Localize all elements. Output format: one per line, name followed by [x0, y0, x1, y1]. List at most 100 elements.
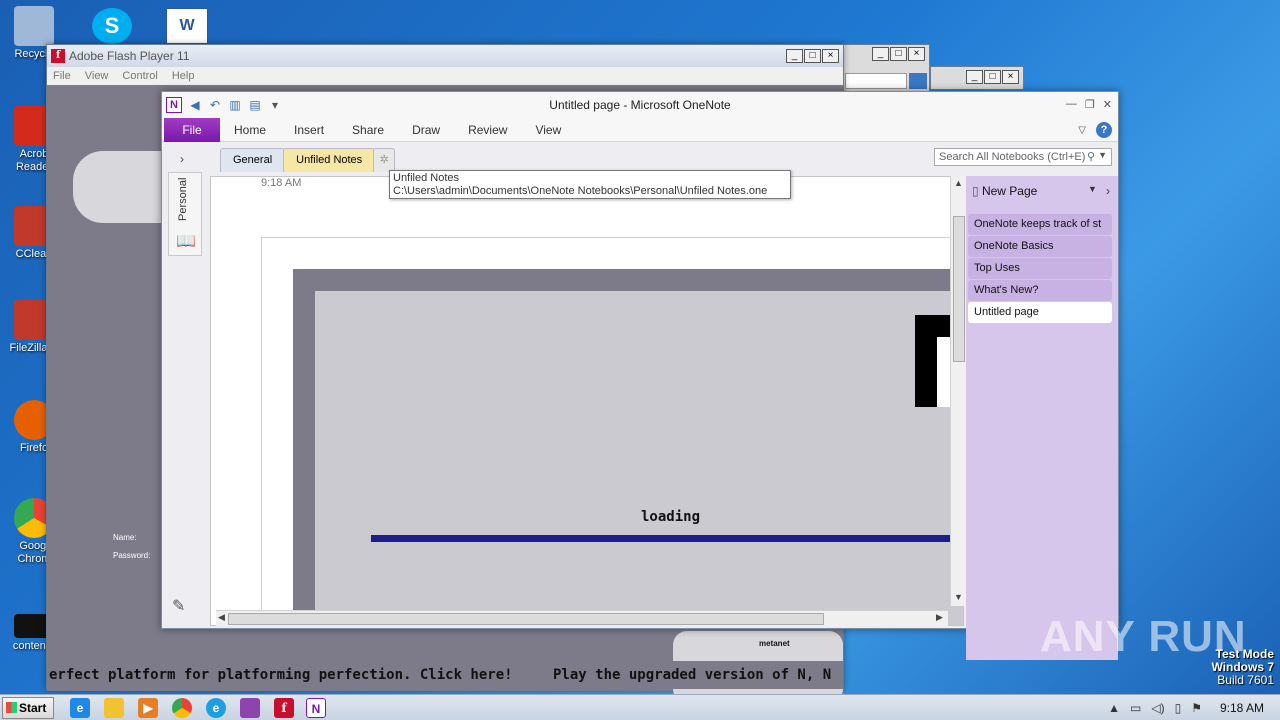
collapse-pages-icon[interactable]: ›: [1106, 184, 1110, 198]
undo-icon[interactable]: ↶: [208, 98, 222, 112]
page-timestamp: 9:18 AM: [261, 177, 302, 189]
onenote-taskbar-icon[interactable]: N: [306, 698, 326, 718]
tab-home[interactable]: Home: [220, 123, 280, 137]
page-canvas[interactable]: 9:18 AM loading: [210, 176, 964, 626]
system-tray: ▲ ▭ ◁) ▯ ⚑ 9:18 AM: [1108, 695, 1280, 720]
tab-share[interactable]: Share: [338, 123, 398, 137]
minimize-icon[interactable]: _: [872, 47, 889, 61]
search-notebooks-input[interactable]: Search All Notebooks (Ctrl+E) ⚲ ▼: [934, 148, 1112, 166]
flash-menubar: File View Control Help: [47, 67, 843, 85]
pages-pane: ▯ New Page ▼ › OneNote keeps track of st…: [966, 176, 1118, 660]
show-hidden-icons-icon[interactable]: ▲: [1108, 701, 1120, 715]
dock-icon[interactable]: ▥: [228, 98, 242, 112]
minimize-icon[interactable]: —: [1066, 98, 1077, 111]
unfiled-notes-icon[interactable]: ✎: [172, 596, 196, 618]
maximize-icon[interactable]: □: [890, 47, 907, 61]
background-window-2[interactable]: _ □ ×: [930, 66, 1024, 90]
back-icon[interactable]: ◀: [188, 98, 202, 112]
search-icon[interactable]: ⚲: [1087, 150, 1095, 163]
close-icon[interactable]: ×: [908, 47, 925, 61]
vertical-scrollbar[interactable]: ▲ ▼: [950, 176, 966, 606]
edge-icon[interactable]: e: [206, 698, 226, 718]
start-label: Start: [19, 701, 47, 715]
onenote-body: › Personal 📖 General Unfiled Notes ✲ Sea…: [162, 142, 1118, 660]
scroll-down-icon[interactable]: ▼: [954, 592, 963, 602]
maximize-icon[interactable]: □: [984, 70, 1001, 84]
tooltip-title: Unfiled Notes: [393, 172, 460, 184]
ribbon-right-icons: ▽ ?: [1078, 122, 1112, 138]
tab-view[interactable]: View: [521, 123, 575, 137]
power-icon[interactable]: ▯: [1175, 701, 1182, 715]
page-item[interactable]: OneNote keeps track of st: [968, 214, 1112, 235]
minimize-icon[interactable]: _: [966, 70, 983, 84]
section-tab-general[interactable]: General: [220, 148, 286, 172]
action-center-flag-icon[interactable]: ⚑: [1191, 701, 1202, 715]
scroll-left-icon[interactable]: ◀: [218, 612, 225, 623]
page-item[interactable]: What's New?: [968, 280, 1112, 301]
close-icon[interactable]: ✕: [1103, 98, 1112, 111]
volume-icon[interactable]: ◁): [1151, 701, 1164, 715]
horizontal-scroll-thumb[interactable]: [228, 613, 824, 625]
expand-notebooks-icon[interactable]: ›: [180, 152, 184, 166]
expand-ribbon-icon[interactable]: ▽: [1078, 125, 1086, 136]
chrome-taskbar-icon[interactable]: [172, 698, 192, 718]
embedded-flash-content[interactable]: [315, 291, 963, 625]
search-scope-dropdown-icon[interactable]: ▼: [1098, 150, 1107, 160]
start-button[interactable]: Start: [2, 697, 54, 719]
tab-review[interactable]: Review: [454, 123, 521, 137]
page-item[interactable]: OneNote Basics: [968, 236, 1112, 257]
flash-window-title: Adobe Flash Player 11: [69, 49, 190, 63]
word-icon[interactable]: W: [166, 8, 208, 44]
tab-draw[interactable]: Draw: [398, 123, 454, 137]
menu-help[interactable]: Help: [172, 70, 195, 82]
password-label: Password:: [113, 551, 151, 560]
menu-view[interactable]: View: [85, 70, 109, 82]
skype-icon[interactable]: S: [92, 8, 132, 44]
ticker-right-text[interactable]: Play the upgraded version of N, N: [553, 661, 831, 689]
minimize-icon[interactable]: _: [786, 49, 803, 63]
new-page-dropdown-icon[interactable]: ▼: [1088, 184, 1097, 194]
vertical-scroll-thumb[interactable]: [953, 216, 965, 362]
page-item-active[interactable]: Untitled page: [968, 302, 1112, 323]
flash-taskbar-icon[interactable]: f: [274, 698, 294, 718]
horizontal-scrollbar[interactable]: ◀ ▶: [216, 610, 948, 626]
winrar-icon[interactable]: [240, 698, 260, 718]
maximize-icon[interactable]: □: [804, 49, 821, 63]
background-window[interactable]: _ □ ×: [842, 44, 930, 92]
restore-icon[interactable]: ❐: [1085, 98, 1095, 111]
help-icon[interactable]: ?: [1096, 122, 1112, 138]
flash-logo-icon: f: [51, 49, 65, 63]
customize-qat-icon[interactable]: ▾: [268, 98, 282, 112]
tab-file[interactable]: File: [164, 117, 220, 142]
scroll-up-icon[interactable]: ▲: [954, 178, 963, 188]
flash-ticker[interactable]: erfect platform for platforming perfecti…: [47, 661, 843, 689]
close-icon[interactable]: ×: [1002, 70, 1019, 84]
tab-insert[interactable]: Insert: [280, 123, 338, 137]
onenote-titlebar[interactable]: N ◀ ↶ ▥ ▤ ▾ Untitled page - Microsoft On…: [162, 92, 1118, 118]
fullpage-icon[interactable]: ▤: [248, 98, 262, 112]
network-icon[interactable]: ▭: [1130, 701, 1141, 715]
windows-logo-icon: [6, 702, 17, 713]
clock[interactable]: 9:18 AM: [1212, 701, 1272, 715]
menu-control[interactable]: Control: [122, 70, 157, 82]
notebook-pane[interactable]: Personal 📖: [168, 172, 202, 256]
ticker-left-text[interactable]: erfect platform for platforming perfecti…: [49, 661, 513, 689]
search-field[interactable]: [845, 73, 907, 89]
flash-titlebar[interactable]: f Adobe Flash Player 11 _ □ ×: [47, 45, 843, 67]
name-label: Name:: [113, 533, 137, 542]
new-section-icon[interactable]: ✲: [373, 148, 396, 172]
explorer-icon[interactable]: [104, 698, 124, 718]
page-item[interactable]: Top Uses: [968, 258, 1112, 279]
search-icon[interactable]: [909, 73, 927, 89]
build-info: Test Mode Windows 7 Build 7601: [1211, 648, 1274, 687]
onenote-logo-icon: N: [166, 97, 182, 113]
section-tab-unfiled-notes[interactable]: Unfiled Notes: [283, 148, 376, 172]
notebook-icon: 📖: [176, 233, 196, 250]
close-icon[interactable]: ×: [822, 49, 839, 63]
scroll-right-icon[interactable]: ▶: [936, 612, 943, 623]
quick-access-toolbar: N ◀ ↶ ▥ ▤ ▾: [162, 97, 282, 113]
menu-file[interactable]: File: [53, 70, 71, 82]
new-page-button[interactable]: ▯ New Page ▼ ›: [972, 184, 1110, 198]
media-player-icon[interactable]: ▶: [138, 698, 158, 718]
ie-icon[interactable]: e: [70, 698, 90, 718]
